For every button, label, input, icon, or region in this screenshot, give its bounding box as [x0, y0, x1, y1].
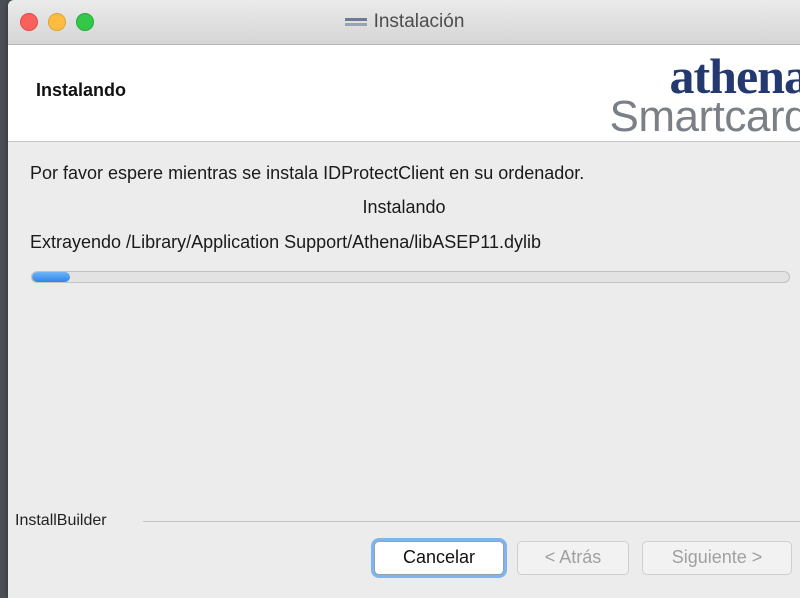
window-title: Instalación: [373, 11, 465, 32]
next-button[interactable]: Siguiente >: [642, 541, 792, 575]
back-button[interactable]: < Atrás: [517, 541, 629, 575]
title-bar[interactable]: Instalación: [8, 0, 800, 45]
install-message: Por favor espere mientras se instala IDP…: [30, 163, 585, 183]
installer-window: Instalación Instalando athena Smartcard …: [8, 0, 800, 598]
smartcard-logo-text: Smartcard: [609, 92, 800, 141]
footer-divider: [143, 521, 800, 522]
window-title-area: Instalación: [8, 11, 800, 33]
app-icon: [344, 17, 367, 26]
page-title: Instalando: [36, 80, 127, 100]
install-status: Instalando: [362, 197, 446, 217]
cancel-button[interactable]: Cancelar: [374, 541, 504, 575]
install-detail: Extrayendo /Library/Application Support/…: [30, 232, 541, 252]
progress-bar: [31, 271, 790, 283]
progress-bar-fill: [32, 272, 70, 282]
header-panel: Instalando athena Smartcard: [8, 45, 800, 142]
installbuilder-label: InstallBuilder: [15, 512, 107, 529]
